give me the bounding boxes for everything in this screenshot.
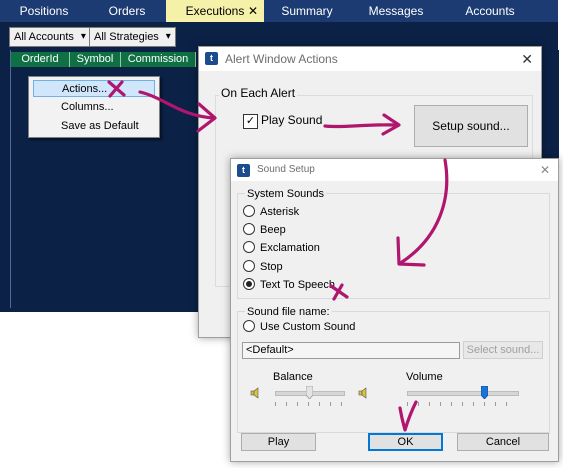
radio-label: Text To Speech [260,279,336,291]
radio-button[interactable] [243,260,255,273]
sound-setup-dialog: t Sound Setup ✕ System Sounds Asterisk B… [230,158,559,462]
volume-speaker-icon [358,387,367,399]
balance-speaker-icon [250,387,259,399]
radio-button[interactable] [243,205,255,218]
title-bar: t Alert Window Actions ✕ [199,47,541,71]
menu-item-save-default[interactable]: Save as Default [33,118,155,135]
close-icon[interactable]: ✕ [521,51,533,68]
radio-label: Asterisk [260,206,300,218]
radio-button[interactable] [243,223,255,236]
radio-custom-sound[interactable]: Use Custom Sound [243,320,355,336]
radio-beep[interactable]: Beep [243,223,286,239]
play-sound-checkbox[interactable]: ✓ [243,114,258,129]
tab-executions[interactable]: Executions ✕ [166,0,264,22]
balance-slider-thumb[interactable] [305,386,313,399]
radio-label: Stop [260,261,283,273]
radio-text-to-speech[interactable]: Text To Speech [243,278,335,294]
sound-file-input[interactable]: <Default> [242,342,460,359]
menu-item-actions[interactable]: Actions... [33,80,155,97]
accounts-dropdown[interactable]: All Accounts [9,27,91,47]
radio-stop[interactable]: Stop [243,260,283,276]
menu-item-columns[interactable]: Columns... [33,99,155,116]
column-header-orderid[interactable]: OrderId [11,52,70,67]
cancel-button[interactable]: Cancel [457,433,549,451]
close-icon[interactable]: ✕ [540,163,550,177]
grid-header: OrderId Symbol Commission [11,52,196,67]
select-sound-button[interactable]: Select sound... [463,341,543,359]
play-sound-label: Play Sound [261,113,323,127]
tab-orders[interactable]: Orders [88,0,166,22]
title-bar: t Sound Setup ✕ [231,159,558,181]
volume-slider-track[interactable] [407,391,519,396]
strategies-dropdown[interactable]: All Strategies [89,27,176,47]
group-label: On Each Alert [219,86,298,100]
radio-label: Beep [260,224,286,236]
radio-label: Exclamation [260,242,320,254]
volume-slider-thumb[interactable] [480,386,488,399]
system-sounds-label: System Sounds [245,188,327,200]
column-header-commission[interactable]: Commission [121,52,196,67]
tab-messages[interactable]: Messages [350,0,442,22]
sound-file-label: Sound file name: [245,306,332,318]
context-menu: Actions... Columns... Save as Default [28,76,160,138]
radio-button-selected[interactable] [243,278,255,291]
balance-label: Balance [273,371,313,383]
radio-exclamation[interactable]: Exclamation [243,241,320,257]
tab-positions[interactable]: Positions [0,0,88,22]
ok-button[interactable]: OK [368,433,443,451]
balance-slider-ticks [275,402,343,406]
dialog-title: Alert Window Actions [225,52,338,66]
radio-button[interactable] [243,320,255,333]
tab-bar: Positions Orders Executions ✕ Summary Me… [0,0,558,22]
radio-button[interactable] [243,241,255,254]
radio-asterisk[interactable]: Asterisk [243,205,299,221]
dialog-title: Sound Setup [257,164,315,175]
tab-executions-label: Executions [185,4,245,18]
volume-label: Volume [406,371,443,383]
app-icon: t [237,164,250,177]
play-button[interactable]: Play [241,433,316,451]
setup-sound-button[interactable]: Setup sound... [414,105,528,147]
radio-label: Use Custom Sound [260,321,356,333]
app-icon: t [205,52,218,65]
column-header-symbol[interactable]: Symbol [70,52,121,67]
volume-slider-ticks [407,402,517,406]
tab-accounts[interactable]: Accounts [442,0,538,22]
tab-summary[interactable]: Summary [264,0,350,22]
close-icon[interactable]: ✕ [248,0,258,22]
